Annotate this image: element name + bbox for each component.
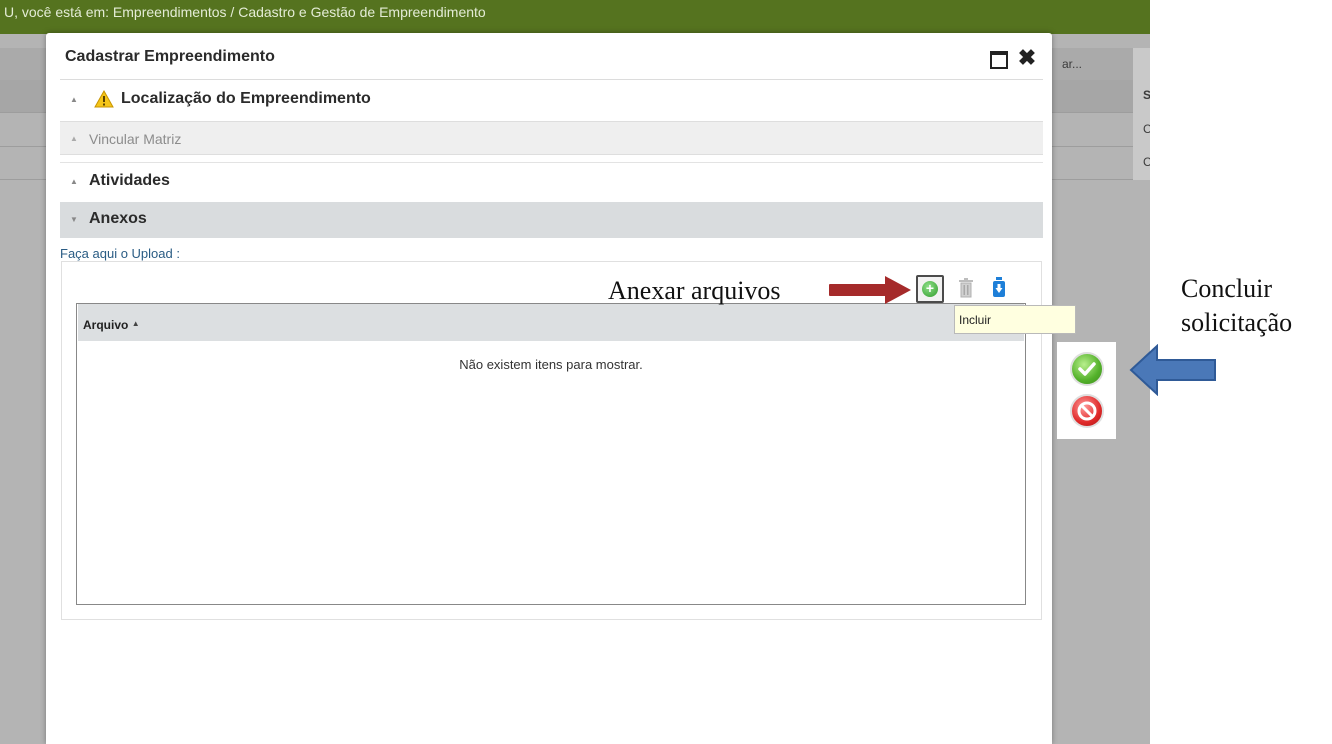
empty-message: Não existem itens para mostrar. <box>459 357 643 372</box>
chevron-up-icon: ▲ <box>70 95 78 104</box>
annotation-concluir-solicitacao: Concluir solicitação <box>1181 274 1293 337</box>
upload-label: Faça aqui o Upload : <box>60 246 180 261</box>
red-arrow-icon <box>829 276 911 304</box>
section-vincular-matriz: ▲ Vincular Matriz <box>60 121 1043 155</box>
tooltip-incluir: Incluir <box>954 305 1076 334</box>
sort-asc-icon: ▲ <box>131 319 140 328</box>
background-button-label[interactable]: ar... <box>1062 57 1082 71</box>
confirm-button[interactable] <box>1070 352 1104 386</box>
add-circle-icon: + <box>922 281 938 297</box>
cancel-button[interactable] <box>1070 394 1104 428</box>
annotation-anexar-arquivos: Anexar arquivos <box>608 276 781 305</box>
maximize-icon[interactable] <box>990 51 1008 69</box>
close-icon[interactable]: ✖ <box>1016 45 1038 71</box>
section-label: Anexos <box>89 210 147 227</box>
blue-arrow-icon <box>1129 344 1216 396</box>
section-atividades[interactable]: ▲ Atividades <box>60 162 1043 200</box>
section-label: Atividades <box>89 172 170 189</box>
title-divider <box>60 79 1043 80</box>
section-localizacao[interactable]: ▲ Localização do Empreendimento <box>60 81 1043 119</box>
background-col-header: S <box>1143 88 1150 102</box>
breadcrumb-bar: U, você está em: Empreendimentos / Cadas… <box>0 0 1150 34</box>
check-icon <box>1078 362 1096 376</box>
grid-header: Arquivo ▲ <box>78 304 1024 341</box>
section-label: Vincular Matriz <box>89 131 182 147</box>
cancel-icon <box>1077 401 1097 421</box>
column-header-arquivo[interactable]: Arquivo ▲ <box>83 318 140 332</box>
warning-icon <box>94 90 114 108</box>
section-label: Localização do Empreendimento <box>121 90 371 107</box>
background-cell: C <box>1143 122 1150 136</box>
breadcrumb: U, você está em: Empreendimentos / Cadas… <box>4 4 486 20</box>
add-file-button[interactable]: + <box>916 275 944 303</box>
trash-icon[interactable] <box>958 278 974 298</box>
background-cell: C <box>1143 155 1150 169</box>
chevron-up-icon: ▲ <box>70 134 78 143</box>
section-anexos[interactable]: ▼ Anexos <box>60 202 1043 238</box>
download-icon[interactable] <box>992 277 1006 298</box>
action-buttons <box>1057 342 1116 439</box>
attachments-grid: Arquivo ▲ Não existem itens para mostrar… <box>76 303 1026 605</box>
chevron-up-icon: ▲ <box>70 177 78 186</box>
modal-title: Cadastrar Empreendimento <box>65 48 275 65</box>
register-modal: Cadastrar Empreendimento ✖ ▲ Localização… <box>46 33 1076 744</box>
chevron-down-icon: ▼ <box>70 215 78 224</box>
